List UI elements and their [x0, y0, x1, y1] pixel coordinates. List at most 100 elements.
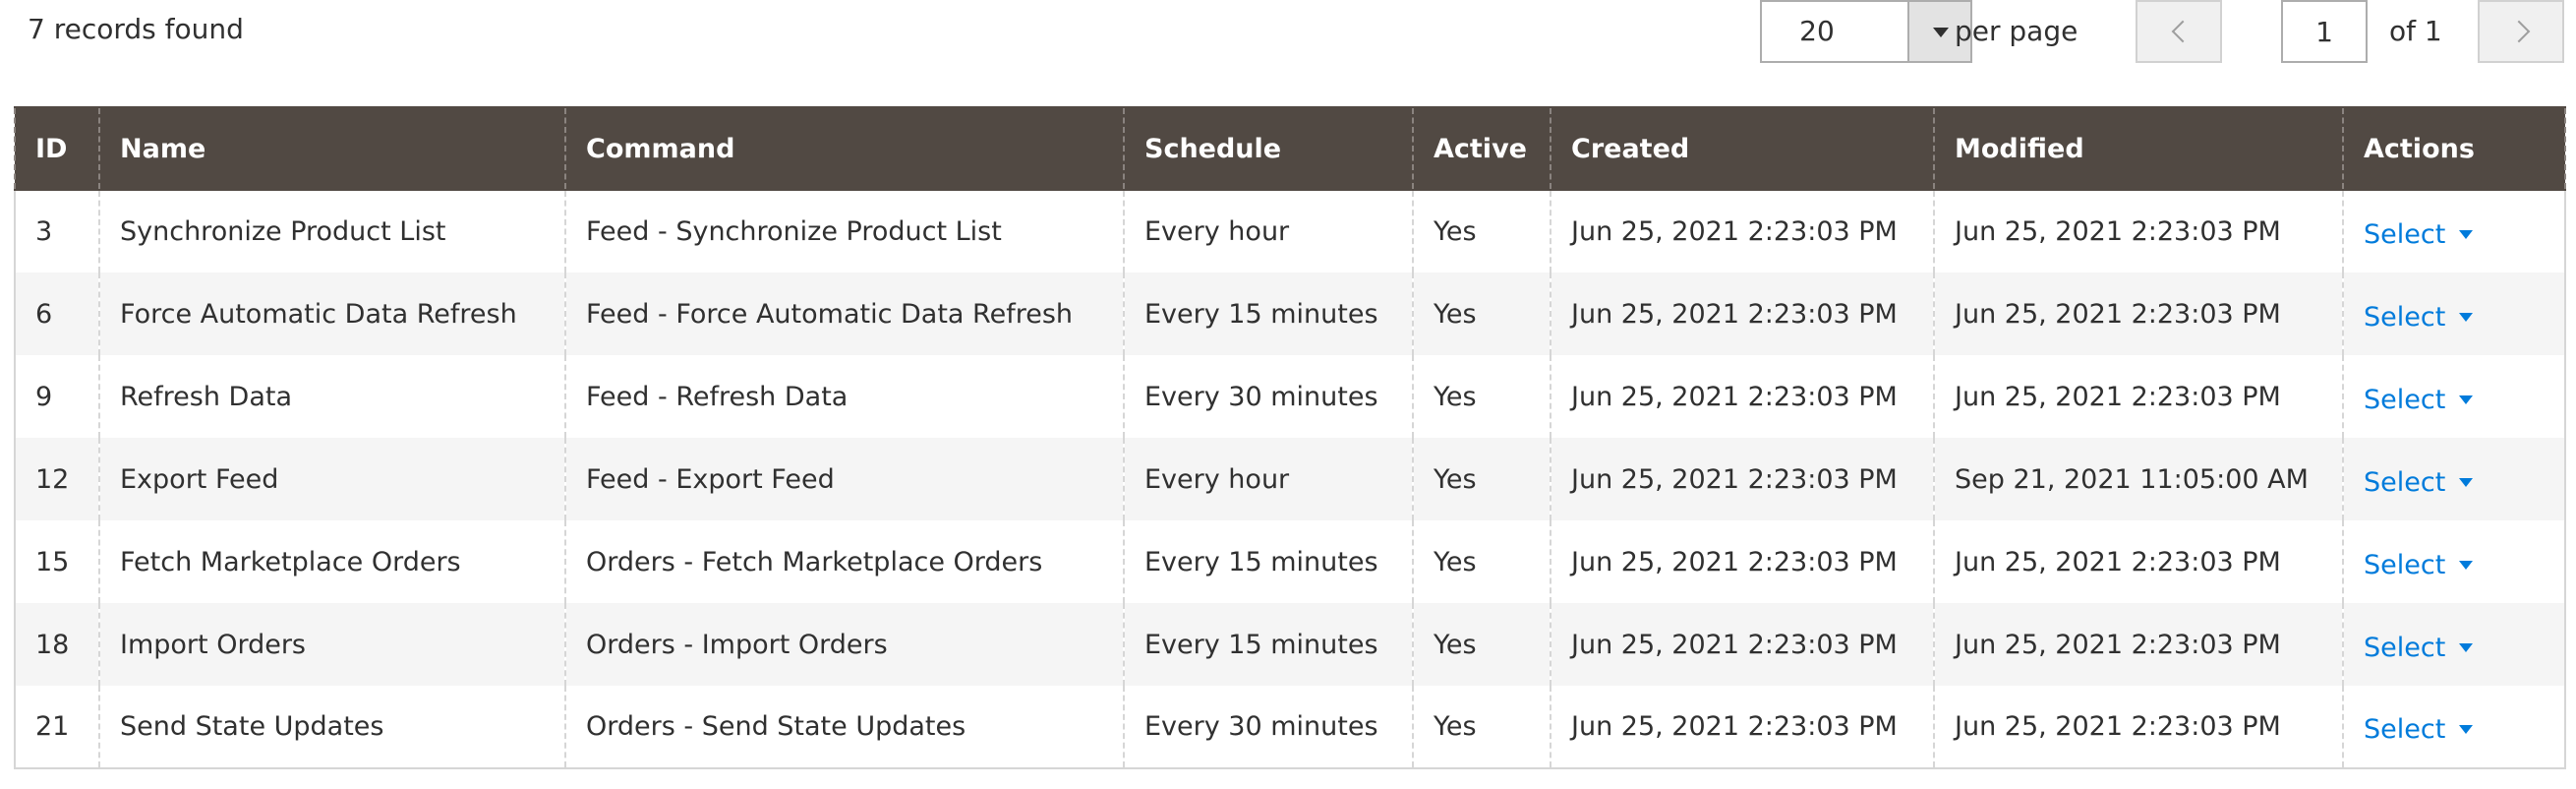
- cell-active: Yes: [1412, 190, 1551, 273]
- row-action-label: Select: [2364, 549, 2446, 580]
- cell-active: Yes: [1412, 603, 1551, 686]
- table-row: 15 Fetch Marketplace Orders Orders - Fet…: [14, 520, 2566, 603]
- cell-id: 18: [14, 603, 100, 686]
- cell-actions: Select: [2342, 438, 2566, 520]
- column-header-active[interactable]: Active: [1412, 106, 1551, 191]
- row-action-select[interactable]: Select: [2364, 708, 2474, 745]
- cell-name: Force Automatic Data Refresh: [98, 273, 566, 355]
- column-header-command[interactable]: Command: [564, 106, 1125, 191]
- cell-command: Feed - Force Automatic Data Refresh: [564, 273, 1125, 355]
- cell-actions: Select: [2342, 603, 2566, 686]
- column-header-schedule[interactable]: Schedule: [1123, 106, 1414, 191]
- cell-name: Export Feed: [98, 438, 566, 520]
- cell-actions: Select: [2342, 190, 2566, 273]
- chevron-right-icon: [2507, 20, 2531, 43]
- cell-schedule: Every hour: [1123, 190, 1414, 273]
- cell-modified: Jun 25, 2021 2:23:03 PM: [1933, 273, 2344, 355]
- per-page-select[interactable]: 20: [1760, 0, 1972, 63]
- chevron-left-icon: [2171, 20, 2195, 43]
- cell-schedule: Every hour: [1123, 438, 1414, 520]
- cell-active: Yes: [1412, 686, 1551, 769]
- cell-modified: Jun 25, 2021 2:23:03 PM: [1933, 190, 2344, 273]
- cell-command: Orders - Send State Updates: [564, 686, 1125, 769]
- row-action-select[interactable]: Select: [2364, 213, 2474, 250]
- cell-modified: Sep 21, 2021 11:05:00 AM: [1933, 438, 2344, 520]
- column-header-created[interactable]: Created: [1550, 106, 1935, 191]
- cell-id: 21: [14, 686, 100, 769]
- cell-name: Fetch Marketplace Orders: [98, 520, 566, 603]
- current-page-input[interactable]: [2281, 0, 2368, 63]
- cell-active: Yes: [1412, 355, 1551, 438]
- cell-name: Send State Updates: [98, 686, 566, 769]
- cell-active: Yes: [1412, 273, 1551, 355]
- cell-actions: Select: [2342, 520, 2566, 603]
- cell-active: Yes: [1412, 520, 1551, 603]
- cell-modified: Jun 25, 2021 2:23:03 PM: [1933, 355, 2344, 438]
- cell-created: Jun 25, 2021 2:23:03 PM: [1550, 686, 1935, 769]
- cell-name: Import Orders: [98, 603, 566, 686]
- cell-created: Jun 25, 2021 2:23:03 PM: [1550, 520, 1935, 603]
- cell-created: Jun 25, 2021 2:23:03 PM: [1550, 355, 1935, 438]
- cell-id: 9: [14, 355, 100, 438]
- cell-created: Jun 25, 2021 2:23:03 PM: [1550, 603, 1935, 686]
- row-action-label: Select: [2364, 466, 2446, 498]
- row-action-label: Select: [2364, 384, 2446, 415]
- column-header-name[interactable]: Name: [98, 106, 566, 191]
- row-action-label: Select: [2364, 301, 2446, 333]
- cell-name: Refresh Data: [98, 355, 566, 438]
- column-header-actions: Actions: [2342, 106, 2566, 191]
- caret-down-icon: [2459, 312, 2474, 322]
- cell-command: Orders - Fetch Marketplace Orders: [564, 520, 1125, 603]
- table-row: 6 Force Automatic Data Refresh Feed - Fo…: [14, 273, 2566, 355]
- cell-actions: Select: [2342, 686, 2566, 769]
- table-row: 3 Synchronize Product List Feed - Synchr…: [14, 190, 2566, 273]
- row-action-label: Select: [2364, 714, 2446, 745]
- column-header-id[interactable]: ID: [14, 106, 100, 191]
- page-total: of 1: [2389, 15, 2442, 47]
- cell-modified: Jun 25, 2021 2:23:03 PM: [1933, 686, 2344, 769]
- table-row: 21 Send State Updates Orders - Send Stat…: [14, 686, 2566, 769]
- cell-actions: Select: [2342, 355, 2566, 438]
- cron-jobs-table: ID Name Command Schedule Active Created …: [14, 106, 2566, 769]
- next-page-button[interactable]: [2478, 0, 2564, 63]
- cell-schedule: Every 15 minutes: [1123, 273, 1414, 355]
- cell-id: 6: [14, 273, 100, 355]
- row-action-select[interactable]: Select: [2364, 461, 2474, 498]
- caret-down-icon: [2459, 642, 2474, 652]
- cell-modified: Jun 25, 2021 2:23:03 PM: [1933, 520, 2344, 603]
- cell-active: Yes: [1412, 438, 1551, 520]
- caret-down-icon: [2459, 725, 2474, 734]
- grid-toolbar: 7 records found 20 per page of 1: [0, 0, 2576, 98]
- cell-schedule: Every 30 minutes: [1123, 355, 1414, 438]
- cell-command: Feed - Refresh Data: [564, 355, 1125, 438]
- cell-modified: Jun 25, 2021 2:23:03 PM: [1933, 603, 2344, 686]
- caret-down-icon: [2459, 394, 2474, 404]
- row-action-select[interactable]: Select: [2364, 296, 2474, 333]
- column-header-modified[interactable]: Modified: [1933, 106, 2344, 191]
- cell-command: Feed - Synchronize Product List: [564, 190, 1125, 273]
- table-header-row: ID Name Command Schedule Active Created …: [14, 106, 2566, 191]
- cell-schedule: Every 15 minutes: [1123, 603, 1414, 686]
- table-row: 12 Export Feed Feed - Export Feed Every …: [14, 438, 2566, 520]
- per-page-value: 20: [1799, 15, 1835, 47]
- table-row: 9 Refresh Data Feed - Refresh Data Every…: [14, 355, 2566, 438]
- per-page-label: per page: [1955, 15, 2078, 47]
- cell-command: Orders - Import Orders: [564, 603, 1125, 686]
- cell-actions: Select: [2342, 273, 2566, 355]
- cell-created: Jun 25, 2021 2:23:03 PM: [1550, 273, 1935, 355]
- cell-command: Feed - Export Feed: [564, 438, 1125, 520]
- records-count: 7 records found: [28, 13, 244, 45]
- cell-id: 15: [14, 520, 100, 603]
- row-action-label: Select: [2364, 219, 2446, 250]
- caret-down-icon: [2459, 230, 2474, 239]
- previous-page-button[interactable]: [2136, 0, 2222, 63]
- row-action-select[interactable]: Select: [2364, 379, 2474, 415]
- row-action-select[interactable]: Select: [2364, 627, 2474, 663]
- cell-schedule: Every 15 minutes: [1123, 520, 1414, 603]
- cell-id: 12: [14, 438, 100, 520]
- cell-created: Jun 25, 2021 2:23:03 PM: [1550, 438, 1935, 520]
- cell-name: Synchronize Product List: [98, 190, 566, 273]
- row-action-label: Select: [2364, 632, 2446, 663]
- caret-down-icon: [2459, 560, 2474, 570]
- row-action-select[interactable]: Select: [2364, 544, 2474, 580]
